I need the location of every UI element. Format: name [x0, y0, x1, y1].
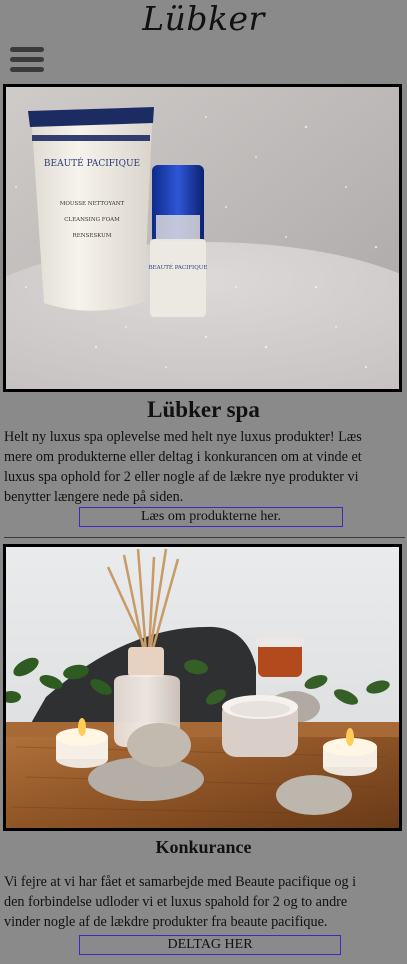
tube-brand: BEAUTÉ PACIFIQUE [44, 157, 140, 169]
contest-description-line: den forbindelse udloder vi et luxus spah… [4, 894, 348, 910]
tube-label-3: RENSESKUM [73, 233, 112, 239]
site-logo[interactable]: Lübker [0, 0, 407, 38]
bottle-brand: BEAUTÉ PACIFIQUE [149, 263, 208, 271]
contest-title: Konkurance [155, 837, 252, 857]
header: Lübker [0, 0, 407, 80]
spa-description-line: Helt ny luxus spa oplevelse med helt nye… [4, 429, 362, 445]
section-divider [4, 537, 405, 538]
contest-photo [3, 544, 402, 831]
hamburger-menu-icon[interactable] [10, 47, 44, 73]
spa-description-line: luxus spa ophold for 2 eller nogle af de… [4, 469, 359, 485]
contest-description: Vi fejre at vi har fået et samarbejde me… [4, 872, 404, 932]
contest-description-line: Vi fejre at vi har fået et samarbejde me… [4, 874, 357, 890]
spa-title: Lübker spa [147, 397, 260, 422]
spa-description: Helt ny luxus spa oplevelse med helt nye… [4, 427, 404, 507]
read-about-products-button[interactable]: Læs om produkterne her. [79, 507, 343, 527]
spa-description-line: mere om produkterne eller deltag i konku… [4, 449, 362, 465]
spa-product-photo: BEAUTÉ PACIFIQUE MOUSSE NETTOYANT CLEANS… [3, 84, 402, 392]
join-contest-button[interactable]: DELTAG HER [79, 935, 341, 955]
tube-label-1: MOUSSE NETTOYANT [60, 201, 125, 207]
spa-description-line: benytter længere nede på siden. [4, 489, 184, 505]
tube-label-2: CLEANSING FOAM [64, 217, 120, 223]
contest-description-line: vinder nogle af de lækdre produkter fra … [4, 914, 328, 930]
